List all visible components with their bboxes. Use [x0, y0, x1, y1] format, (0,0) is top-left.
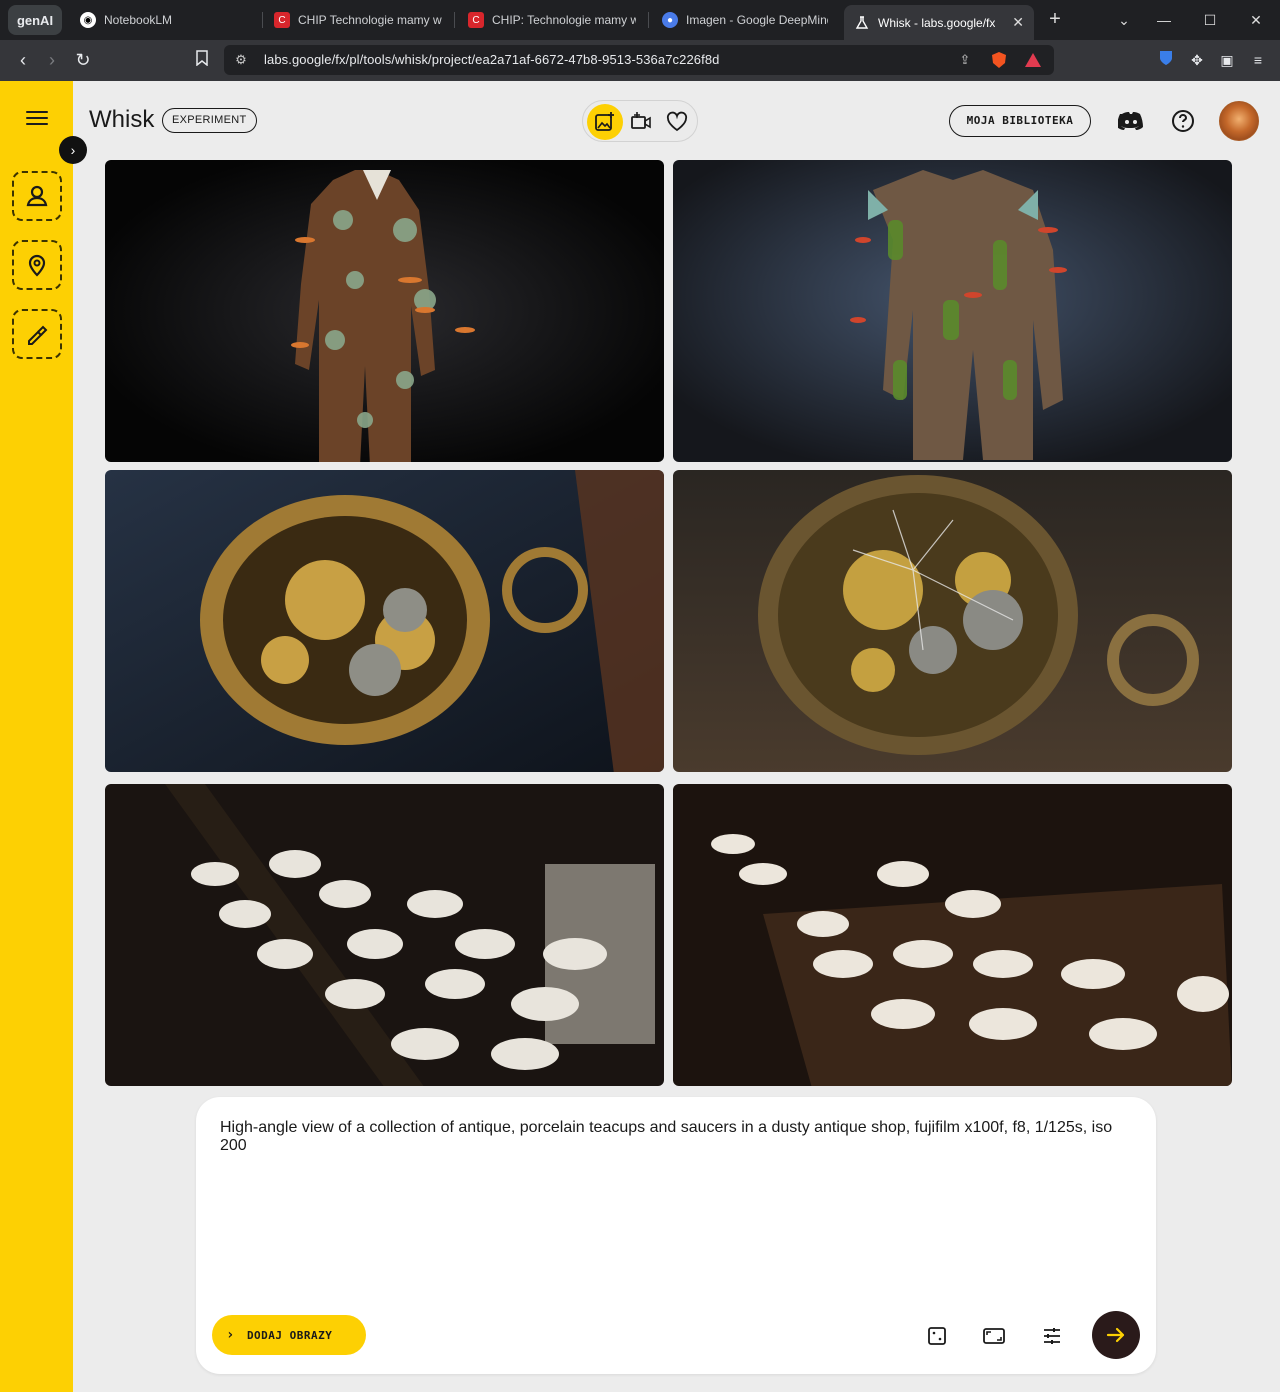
- maximize-button[interactable]: ☐: [1197, 8, 1223, 32]
- expand-sidebar-chevron-icon[interactable]: ›: [59, 136, 87, 164]
- generated-image-suit-dark[interactable]: [105, 160, 664, 462]
- app-title: Whisk: [89, 106, 155, 133]
- chip-icon: C: [274, 12, 290, 28]
- prompt-textarea[interactable]: High-angle view of a collection of antiq…: [220, 1119, 1135, 1155]
- heart-icon: [666, 111, 688, 132]
- tune-sliders-icon: [1044, 1328, 1060, 1344]
- discord-icon[interactable]: [1118, 108, 1144, 134]
- browser-toolbar: ‹ › ↻ ⚙ labs.google/fx/pl/tools/whisk/pr…: [0, 40, 1280, 81]
- new-tab-button[interactable]: +: [1044, 8, 1066, 30]
- generated-image-cracked-watch[interactable]: [673, 470, 1232, 772]
- tab-title: Imagen - Google DeepMind: [686, 13, 828, 27]
- tab-search-chevron-icon[interactable]: ⌄: [1111, 8, 1137, 32]
- reload-icon[interactable]: ↻: [71, 48, 95, 72]
- add-images-label: DODAJ OBRAZY: [246, 1328, 333, 1342]
- generated-image-suit-blue[interactable]: [673, 160, 1232, 462]
- site-settings-icon[interactable]: ⚙: [232, 51, 250, 69]
- back-arrow-icon[interactable]: ‹: [11, 48, 35, 72]
- tab-notebooklm[interactable]: ◉ NotebookLM: [70, 5, 260, 35]
- tab-title: Whisk - labs.google/fx: [878, 15, 996, 30]
- tab-chip-1[interactable]: C CHIP Technologie mamy w: [264, 5, 452, 35]
- flask-icon: [854, 15, 870, 31]
- submit-prompt-button[interactable]: [1092, 1311, 1140, 1359]
- generated-image-pocket-watch[interactable]: [105, 470, 664, 772]
- add-images-button[interactable]: › DODAJ OBRAZY: [212, 1315, 366, 1355]
- image-gallery: [105, 160, 1232, 1088]
- chevron-right-icon: ›: [226, 1327, 235, 1343]
- address-bar[interactable]: ⚙ labs.google/fx/pl/tools/whisk/project/…: [224, 45, 1054, 75]
- prompt-panel: High-angle view of a collection of antiq…: [196, 1097, 1156, 1374]
- location-pin-icon: [28, 254, 46, 277]
- brave-rewards-icon[interactable]: [1024, 51, 1042, 69]
- bitwarden-icon[interactable]: [1156, 50, 1176, 70]
- browser-menu-icon[interactable]: ≡: [1248, 50, 1268, 70]
- image-mode-button[interactable]: [587, 104, 623, 140]
- tab-separator: [262, 12, 263, 28]
- brave-shields-icon[interactable]: [990, 51, 1008, 69]
- page-bottom: [73, 1388, 1280, 1392]
- tab-title: CHIP: Technologie mamy w: [492, 13, 636, 27]
- tab-title: CHIP Technologie mamy w: [298, 13, 442, 27]
- video-add-icon: [631, 112, 651, 129]
- scene-slot[interactable]: [12, 240, 62, 290]
- bookmark-icon[interactable]: [190, 48, 214, 72]
- generated-image-teacups-shelves[interactable]: [105, 784, 664, 1086]
- generated-image-teacups-shop[interactable]: [673, 784, 1232, 1086]
- style-slot[interactable]: [12, 309, 62, 359]
- browser-tab-bar: genAI ◉ NotebookLM C CHIP Technologie ma…: [0, 0, 1280, 40]
- url-text[interactable]: labs.google/fx/pl/tools/whisk/project/ea…: [264, 52, 720, 67]
- share-icon[interactable]: ⇪: [956, 51, 974, 69]
- user-avatar[interactable]: [1219, 101, 1259, 141]
- sidebar-toggle-icon[interactable]: ▣: [1217, 50, 1237, 70]
- settings-button[interactable]: [1039, 1323, 1065, 1349]
- close-window-button[interactable]: ✕: [1243, 8, 1269, 32]
- screen: genAI ◉ NotebookLM C CHIP Technologie ma…: [0, 0, 1280, 1392]
- aspect-ratio-icon: [983, 1328, 1005, 1344]
- person-icon: [26, 185, 48, 207]
- minimize-button[interactable]: —: [1151, 8, 1177, 32]
- arrow-right-icon: [1106, 1327, 1125, 1343]
- google-deepmind-icon: ●: [662, 12, 678, 28]
- left-sidebar: [0, 81, 73, 1392]
- tab-group-label[interactable]: genAI: [8, 5, 62, 35]
- forward-arrow-icon[interactable]: ›: [40, 48, 64, 72]
- my-library-button[interactable]: MOJA BIBLIOTEKA: [949, 105, 1091, 137]
- experiment-badge: EXPERIMENT: [162, 108, 257, 133]
- close-tab-icon[interactable]: ✕: [1012, 14, 1024, 31]
- randomize-button[interactable]: [924, 1323, 950, 1349]
- tab-separator: [454, 12, 455, 28]
- add-image-icon: [595, 112, 614, 131]
- tab-whisk[interactable]: Whisk - labs.google/fx ✕: [844, 5, 1034, 40]
- hamburger-menu-icon[interactable]: [26, 111, 48, 127]
- tab-separator: [648, 12, 649, 28]
- brush-icon: [28, 325, 48, 345]
- video-mode-button[interactable]: [623, 104, 659, 140]
- tab-imagen[interactable]: ● Imagen - Google DeepMind: [652, 5, 838, 35]
- favorites-button[interactable]: [659, 104, 695, 140]
- notebooklm-icon: ◉: [80, 12, 96, 28]
- extensions-puzzle-icon[interactable]: ✥: [1187, 50, 1207, 70]
- mode-switch: [582, 100, 698, 142]
- chip-icon: C: [468, 12, 484, 28]
- tab-chip-2[interactable]: C CHIP: Technologie mamy w: [458, 5, 646, 35]
- aspect-ratio-button[interactable]: [981, 1323, 1007, 1349]
- tab-title: NotebookLM: [104, 13, 173, 27]
- dice-icon: [928, 1327, 946, 1345]
- help-icon[interactable]: [1170, 108, 1196, 134]
- subject-slot[interactable]: [12, 171, 62, 221]
